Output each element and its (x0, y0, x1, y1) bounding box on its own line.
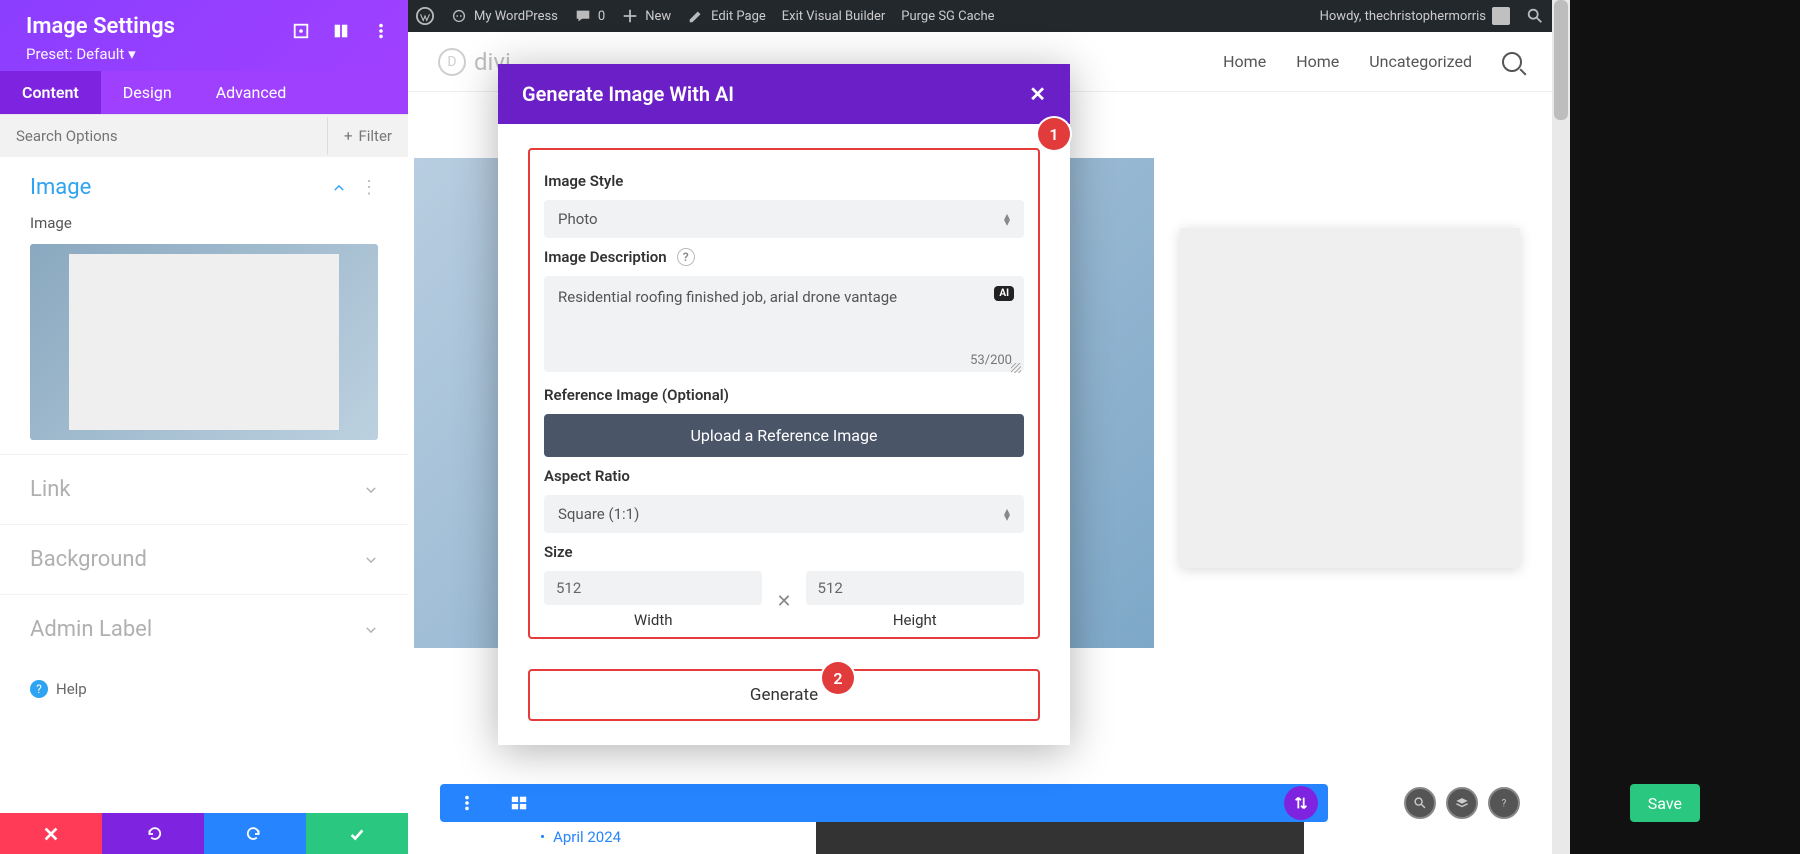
adminbar-howdy[interactable]: Howdy, thechristophermorris (1320, 7, 1510, 25)
plus-icon: + (344, 127, 353, 145)
tab-advanced[interactable]: Advanced (194, 71, 309, 114)
snap-icon[interactable] (332, 22, 350, 40)
image-description-input[interactable] (544, 276, 1024, 372)
section-image-head[interactable]: Image ⋮ (0, 157, 408, 208)
callout-region-1: Image Style Photo ▴▾ Image Description? … (528, 148, 1040, 639)
resize-handle-icon[interactable] (1011, 363, 1021, 373)
tab-design[interactable]: Design (101, 71, 194, 114)
modal-header: Generate Image With AI ✕ (498, 64, 1070, 124)
help-row[interactable]: ?Help (0, 664, 408, 714)
generate-image-modal: Generate Image With AI ✕ Image Style Pho… (498, 64, 1070, 745)
builder-bar[interactable] (440, 784, 1328, 822)
modal-title: Generate Image With AI (522, 82, 734, 106)
wireframe-icon[interactable] (502, 786, 536, 820)
search-row: +Filter (0, 114, 408, 157)
char-count: 53/200 (970, 353, 1012, 368)
nav-home-2[interactable]: Home (1296, 52, 1339, 71)
close-icon[interactable]: ✕ (1029, 82, 1046, 106)
select-arrows-icon: ▴▾ (1004, 508, 1010, 520)
upload-reference-button[interactable]: Upload a Reference Image (544, 414, 1024, 457)
layers-icon[interactable] (1446, 787, 1478, 819)
aspect-ratio-select[interactable]: Square (1:1) ▴▾ (544, 495, 1024, 533)
help-icon[interactable]: ? (677, 248, 695, 266)
archive-link[interactable]: April 2024 (540, 828, 621, 846)
width-input[interactable] (544, 571, 762, 605)
kebab-icon[interactable]: ⋮ (360, 177, 378, 198)
swap-icon[interactable] (1284, 786, 1318, 820)
settings-panel: Image Settings Preset: Default ▾ Content… (0, 0, 408, 813)
chevron-down-icon: ▾ (128, 45, 136, 63)
callout-region-2: Generate (528, 669, 1040, 721)
aspect-ratio-label: Aspect Ratio (544, 467, 1024, 485)
panel-preset[interactable]: Preset: Default ▾ (26, 45, 382, 63)
callout-badge-1: 1 (1038, 118, 1070, 150)
adminbar-edit-page[interactable]: Edit Page (687, 7, 766, 25)
adminbar-exit-visual-builder[interactable]: Exit Visual Builder (782, 9, 885, 24)
tab-content[interactable]: Content (0, 71, 101, 114)
group-background[interactable]: Background (0, 524, 408, 594)
image-style-label: Image Style (544, 172, 1024, 190)
kebab-icon[interactable] (372, 22, 390, 40)
redo-button[interactable] (204, 813, 306, 854)
panel-header: Image Settings Preset: Default ▾ (0, 0, 408, 71)
image-preview[interactable] (30, 244, 378, 440)
chevron-down-icon (364, 483, 378, 497)
search-input[interactable] (0, 115, 327, 157)
builder-kebab-icon[interactable] (450, 786, 484, 820)
height-sublabel: Height (893, 611, 937, 629)
group-link[interactable]: Link (0, 454, 408, 524)
image-style-select[interactable]: Photo ▴▾ (544, 200, 1024, 238)
zoom-icon[interactable] (1404, 787, 1436, 819)
chevron-up-icon (332, 181, 346, 195)
logo-icon: D (438, 48, 466, 76)
image-field-label: Image (0, 214, 408, 232)
group-admin-label[interactable]: Admin Label (0, 594, 408, 664)
chevron-down-icon (364, 623, 378, 637)
discard-button[interactable] (0, 813, 102, 854)
panel-tabs: Content Design Advanced (0, 71, 408, 114)
undo-button[interactable] (102, 813, 204, 854)
site-nav: Home Home Uncategorized (1223, 52, 1522, 72)
adminbar-comments[interactable]: 0 (574, 7, 605, 25)
nav-uncategorized[interactable]: Uncategorized (1369, 52, 1472, 71)
search-icon[interactable] (1502, 52, 1522, 72)
avatar-icon (1492, 7, 1510, 25)
reference-image-label: Reference Image (Optional) (544, 386, 1024, 404)
wp-admin-bar[interactable]: My WordPress 0 New Edit Page Exit Visual… (408, 0, 1552, 32)
image-description-label: Image Description? (544, 248, 1024, 266)
save-button[interactable]: Save (1630, 784, 1700, 822)
filter-button[interactable]: +Filter (327, 117, 408, 155)
adminbar-purge-cache[interactable]: Purge SG Cache (901, 9, 994, 24)
wp-logo-icon[interactable] (416, 7, 434, 25)
select-arrows-icon: ▴▾ (1004, 213, 1010, 225)
adminbar-site[interactable]: My WordPress (450, 7, 558, 25)
panel-footer (0, 813, 408, 854)
chevron-down-icon (364, 553, 378, 567)
expand-icon[interactable] (292, 22, 310, 40)
apply-button[interactable] (306, 813, 408, 854)
adminbar-search-icon[interactable] (1526, 7, 1544, 25)
nav-home-1[interactable]: Home (1223, 52, 1266, 71)
ai-badge-icon[interactable]: AI (994, 286, 1014, 301)
help-icon[interactable]: ? (1488, 787, 1520, 819)
times-icon: ✕ (776, 589, 791, 612)
adminbar-new[interactable]: New (621, 7, 671, 25)
width-sublabel: Width (634, 611, 673, 629)
svg-text:?: ? (1502, 799, 1507, 810)
callout-badge-2: 2 (822, 662, 854, 694)
builder-right-tools: ? (1404, 784, 1520, 822)
image-module-preview[interactable] (1180, 228, 1520, 568)
size-label: Size (544, 543, 1024, 561)
generate-button[interactable]: Generate (732, 677, 836, 713)
height-input[interactable] (806, 571, 1024, 605)
help-icon: ? (30, 680, 48, 698)
